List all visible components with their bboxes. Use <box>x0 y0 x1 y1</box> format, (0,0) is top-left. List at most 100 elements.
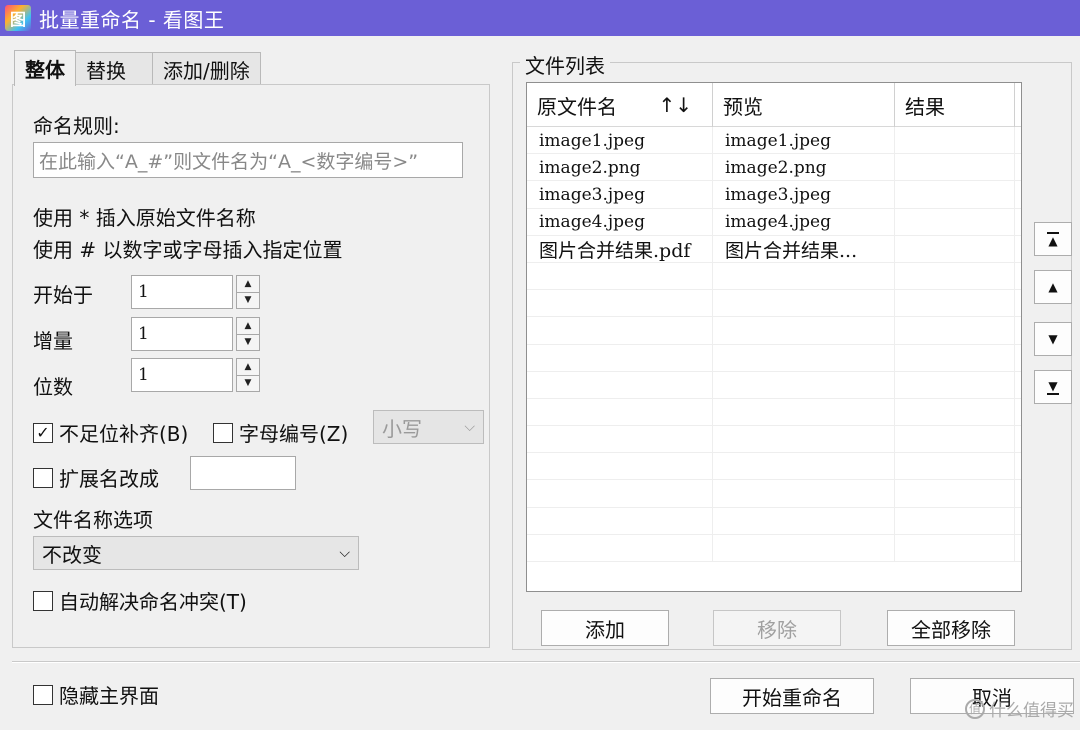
increment-stepper[interactable]: ▲ ▼ <box>236 317 260 351</box>
footer-divider <box>12 661 1080 663</box>
column-preview[interactable]: 预览 <box>713 83 895 127</box>
file-list-header: 原文件名 ↑↓ 预览 结果 <box>527 83 1021 127</box>
checkbox-icon[interactable] <box>213 422 233 443</box>
stepper-up-icon[interactable]: ▲ <box>236 275 260 293</box>
column-result[interactable]: 结果 <box>895 83 1015 127</box>
table-row[interactable]: 图片合并结果.pdf 图片合并结果... <box>527 235 1021 263</box>
digits-input[interactable]: 1 <box>131 358 233 392</box>
add-button[interactable]: 添加 <box>541 610 669 646</box>
stepper-up-icon[interactable]: ▲ <box>236 317 260 335</box>
table-row[interactable]: image1.jpeg image1.jpeg <box>527 127 1021 155</box>
empty-row <box>527 398 1021 427</box>
remove-button[interactable]: 移除 <box>713 610 841 646</box>
checkbox-icon[interactable] <box>33 590 53 611</box>
chevron-down-icon: ⌵ <box>339 545 350 561</box>
original-name-cell: image1.jpeg <box>527 127 713 154</box>
stepper-up-icon[interactable]: ▲ <box>236 358 260 376</box>
move-to-top-button[interactable]: ▲ <box>1034 222 1072 256</box>
remove-all-button[interactable]: 全部移除 <box>887 610 1015 646</box>
start-at-input[interactable]: 1 <box>131 275 233 309</box>
result-cell <box>895 127 1015 154</box>
app-logo-icon: 图 <box>5 5 31 31</box>
pad-digits-label: 不足位补齐(B) <box>59 422 189 446</box>
filename-options-value: 不改变 <box>42 542 102 567</box>
table-row[interactable]: image2.png image2.png <box>527 154 1021 182</box>
preview-cell: image3.jpeg <box>713 181 895 209</box>
empty-row <box>527 290 1021 318</box>
watermark: 值 什么值得买 <box>965 696 1074 721</box>
watermark-text: 什么值得买 <box>989 701 1074 721</box>
result-cell <box>895 235 1015 263</box>
naming-rule-input[interactable]: 在此输入“A_#”则文件名为“A_<数字编号>” <box>33 142 463 178</box>
letter-case-value: 小写 <box>382 416 422 441</box>
stepper-down-icon[interactable]: ▼ <box>236 375 260 392</box>
chevron-down-icon: ⌵ <box>464 419 475 435</box>
extension-input[interactable] <box>190 456 296 490</box>
letter-numbering-checkbox[interactable]: 字母编号(Z) <box>213 418 348 447</box>
tab-overall[interactable]: 整体 <box>14 50 76 86</box>
empty-row <box>527 534 1021 562</box>
move-down-button[interactable]: ▼ <box>1034 322 1072 356</box>
filename-options-select[interactable]: 不改变 ⌵ <box>33 536 359 570</box>
preview-cell: image1.jpeg <box>713 127 895 154</box>
preview-cell: image4.jpeg <box>713 208 895 236</box>
empty-row <box>527 262 1021 291</box>
move-down-icon: ▼ <box>1048 332 1058 346</box>
original-name-cell: image3.jpeg <box>527 181 713 209</box>
start-rename-button[interactable]: 开始重命名 <box>710 678 874 714</box>
result-cell <box>895 154 1015 182</box>
empty-row <box>527 453 1021 481</box>
move-to-bottom-button[interactable]: ▼ <box>1034 370 1072 404</box>
pad-digits-checkbox[interactable]: ✓ 不足位补齐(B) <box>33 418 188 447</box>
stepper-down-icon[interactable]: ▼ <box>236 292 260 309</box>
tab-add-delete[interactable]: 添加/删除 <box>152 52 261 86</box>
checkbox-checked-icon[interactable]: ✓ <box>33 422 53 443</box>
original-name-cell: 图片合并结果.pdf <box>527 235 713 263</box>
change-extension-checkbox[interactable]: 扩展名改成 <box>33 463 159 492</box>
empty-row <box>527 317 1021 345</box>
empty-row <box>527 480 1021 508</box>
file-list-rows: image1.jpeg image1.jpeg image2.png image… <box>527 127 1021 562</box>
empty-row <box>527 507 1021 535</box>
digits-stepper[interactable]: ▲ ▼ <box>236 358 260 392</box>
increment-input[interactable]: 1 <box>131 317 233 351</box>
hint-asterisk: 使用 * 插入原始文件名称 <box>33 206 256 230</box>
table-row[interactable]: image4.jpeg image4.jpeg <box>527 208 1021 236</box>
move-up-icon: ▲ <box>1048 280 1058 294</box>
preview-cell: image2.png <box>713 154 895 182</box>
file-list-table[interactable]: 原文件名 ↑↓ 预览 结果 image1.jpeg image1.jpeg im… <box>526 82 1022 592</box>
empty-row <box>527 426 1021 454</box>
tab-replace[interactable]: 替换 <box>75 52 153 86</box>
start-at-label: 开始于 <box>33 283 93 307</box>
letter-case-select[interactable]: 小写 ⌵ <box>373 410 484 444</box>
empty-row <box>527 344 1021 372</box>
change-extension-label: 扩展名改成 <box>59 467 159 491</box>
hide-main-window-label: 隐藏主界面 <box>59 684 159 708</box>
sort-arrows-icon[interactable]: ↑↓ <box>658 93 692 117</box>
move-bottom-icon: ▼ <box>1047 378 1059 395</box>
move-up-button[interactable]: ▲ <box>1034 270 1072 304</box>
checkbox-icon[interactable] <box>33 684 53 705</box>
original-name-cell: image4.jpeg <box>527 208 713 236</box>
column-original-name[interactable]: 原文件名 ↑↓ <box>527 83 713 127</box>
letter-numbering-label: 字母编号(Z) <box>239 422 349 446</box>
hint-hash: 使用 # 以数字或字母插入指定位置 <box>33 238 343 262</box>
naming-rule-label: 命名规则: <box>33 114 120 138</box>
title-bar: 图 批量重命名 - 看图王 <box>0 0 1080 36</box>
file-list-title: 文件列表 <box>520 50 610 79</box>
watermark-logo-icon: 值 <box>965 698 985 719</box>
result-cell <box>895 208 1015 236</box>
digits-label: 位数 <box>33 375 73 399</box>
table-row[interactable]: image3.jpeg image3.jpeg <box>527 181 1021 209</box>
move-top-icon: ▲ <box>1047 231 1059 248</box>
result-cell <box>895 181 1015 209</box>
checkbox-icon[interactable] <box>33 467 53 488</box>
hide-main-window-checkbox[interactable]: 隐藏主界面 <box>33 680 159 709</box>
increment-label: 增量 <box>33 329 73 353</box>
start-at-stepper[interactable]: ▲ ▼ <box>236 275 260 309</box>
auto-resolve-conflict-label: 自动解决命名冲突(T) <box>59 590 247 614</box>
filename-options-label: 文件名称选项 <box>33 508 153 532</box>
auto-resolve-conflict-checkbox[interactable]: 自动解决命名冲突(T) <box>33 586 247 615</box>
stepper-down-icon[interactable]: ▼ <box>236 334 260 351</box>
window-title: 批量重命名 - 看图王 <box>39 7 225 32</box>
